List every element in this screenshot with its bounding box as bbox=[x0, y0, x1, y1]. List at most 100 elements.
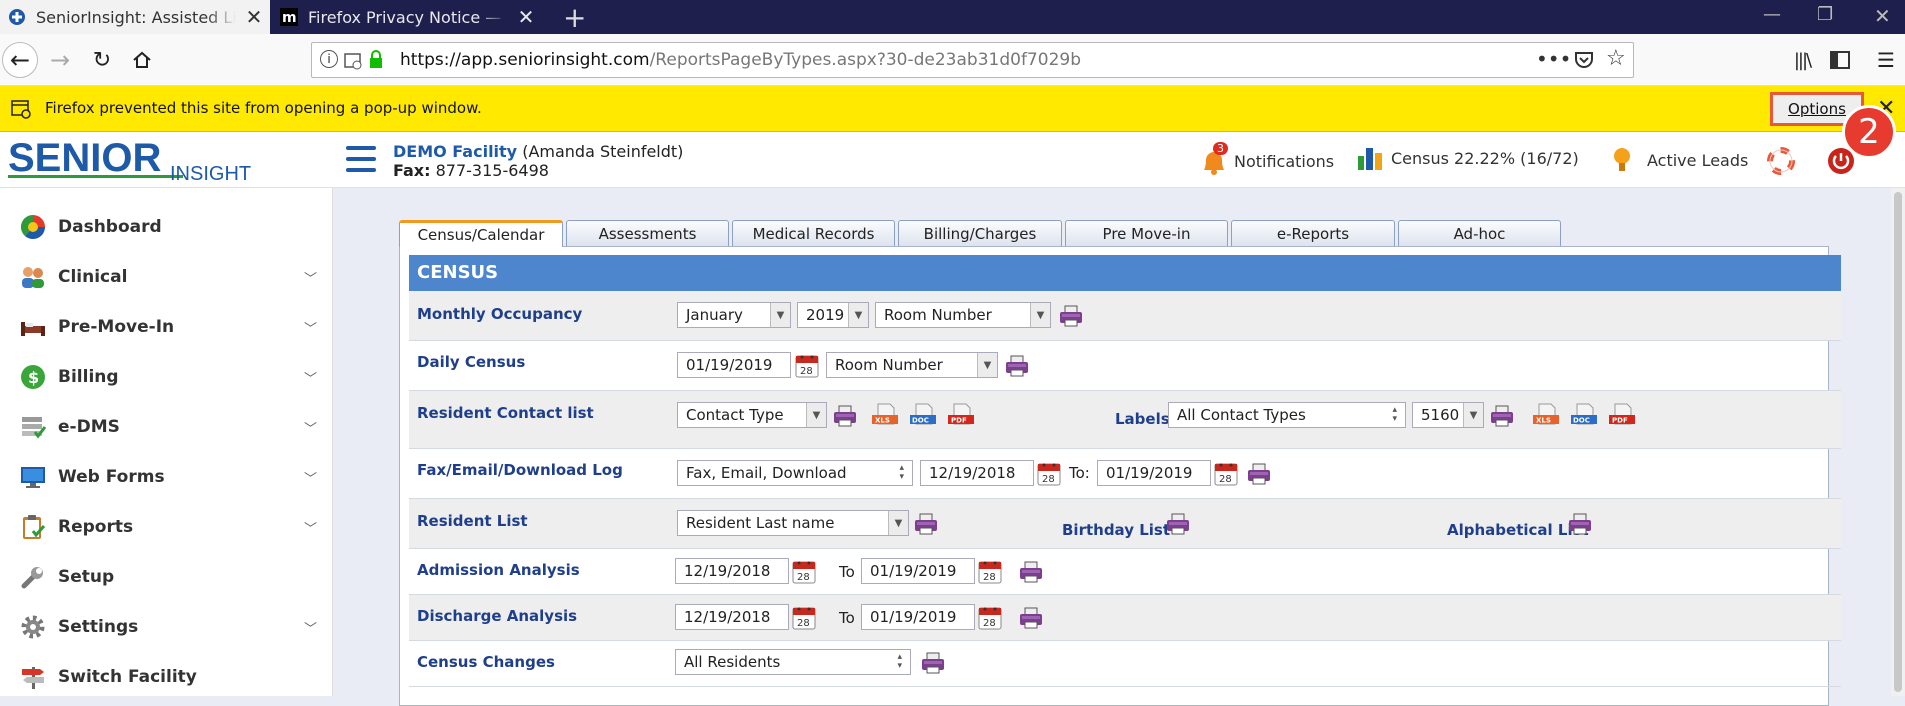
census-link[interactable]: Census 22.22% (16/72) bbox=[1357, 146, 1579, 170]
labels-contact-type-select[interactable]: All Contact Types ▴ ▾ bbox=[1168, 402, 1406, 428]
admission-to-date-field[interactable]: 01/19/2019 bbox=[861, 558, 975, 584]
sidebar-item-settings[interactable]: Settings ﹀ bbox=[0, 602, 333, 652]
tab-census-calendar[interactable]: Census/Calendar bbox=[399, 220, 563, 247]
printer-icon[interactable] bbox=[1489, 403, 1515, 429]
notifications-link[interactable]: 3 Notifications bbox=[1200, 142, 1334, 176]
birthday-list-link[interactable]: Birthday List bbox=[1062, 521, 1170, 539]
printer-icon[interactable] bbox=[1165, 511, 1191, 537]
daily-census-date-field[interactable]: 01/19/2019 bbox=[677, 352, 791, 378]
close-tab-icon[interactable]: ✕ bbox=[514, 5, 538, 29]
menu-icon[interactable]: ☰ bbox=[1868, 42, 1904, 78]
minimize-window-icon[interactable]: — bbox=[1763, 4, 1781, 25]
resident-list-row: Resident List Resident Last name ▼ Birthd… bbox=[409, 499, 1841, 549]
library-icon[interactable]: |||\ bbox=[1784, 42, 1820, 78]
help-lifebuoy-icon[interactable] bbox=[1767, 147, 1795, 175]
printer-icon[interactable] bbox=[1567, 511, 1593, 537]
page-actions-icon[interactable]: ••• bbox=[1536, 47, 1571, 71]
fax-log-from-date-field[interactable]: 12/19/2018 bbox=[920, 460, 1034, 486]
browser-tab-privacy[interactable]: m Firefox Privacy Notice — Mozilla ✕ bbox=[272, 0, 542, 34]
back-icon[interactable]: ← bbox=[2, 42, 38, 78]
tab-billing-charges[interactable]: Billing/Charges bbox=[898, 220, 1062, 246]
occupancy-sort-select[interactable]: Room Number ▼ bbox=[875, 302, 1051, 328]
home-icon[interactable] bbox=[124, 42, 160, 78]
sidebar-item-clinical[interactable]: Clinical ﹀ bbox=[0, 252, 333, 302]
close-tab-icon[interactable]: ✕ bbox=[242, 5, 266, 29]
doc-export-icon[interactable]: DOC bbox=[1571, 402, 1597, 428]
new-tab-icon[interactable]: + bbox=[563, 1, 586, 34]
printer-icon[interactable] bbox=[920, 650, 946, 676]
calendar-icon[interactable]: 28 bbox=[794, 353, 820, 379]
monthly-occupancy-row: Monthly Occupancy January ▼ 2019 ▼ Room Nu… bbox=[409, 291, 1841, 341]
discharge-from-date-field[interactable]: 12/19/2018 bbox=[675, 604, 789, 630]
printer-icon[interactable] bbox=[1058, 303, 1084, 329]
url-bar[interactable]: i https://app.seniorinsight.com/ReportsP… bbox=[311, 42, 1634, 78]
sidebar-item-e-dms[interactable]: e-DMS ﹀ bbox=[0, 402, 333, 452]
sidebar-toggle-icon[interactable] bbox=[1822, 42, 1858, 78]
admission-from-date-field[interactable]: 12/19/2018 bbox=[675, 558, 789, 584]
sidebar-item-setup[interactable]: Setup bbox=[0, 552, 333, 602]
xls-export-icon[interactable]: XLS bbox=[1533, 402, 1559, 428]
xls-export-icon[interactable]: XLS bbox=[872, 402, 898, 428]
sidebar-item-web-forms[interactable]: Web Forms ﹀ bbox=[0, 452, 333, 502]
calendar-icon[interactable]: 28 bbox=[1036, 461, 1062, 487]
fax-log-type-select[interactable]: Fax, Email, Download ▴ ▾ bbox=[677, 460, 913, 486]
calendar-icon[interactable]: 28 bbox=[977, 559, 1003, 585]
sidebar-item-dashboard[interactable]: Dashboard bbox=[0, 202, 333, 252]
sidebar-item-label: Dashboard bbox=[58, 217, 162, 237]
chevron-down-icon: ﹀ bbox=[303, 472, 317, 487]
contact-type-select[interactable]: Contact Type ▼ bbox=[677, 402, 827, 428]
sidebar-item-switch-facility[interactable]: Switch Facility bbox=[0, 652, 333, 702]
tab-pre-move-in[interactable]: Pre Move-in bbox=[1065, 220, 1228, 246]
senior-insight-logo[interactable]: SENIOR INSIGHT bbox=[8, 136, 278, 186]
sidebar-item-label: Reports bbox=[58, 517, 134, 537]
sidebar-item-reports[interactable]: Reports ﹀ bbox=[0, 502, 333, 552]
pocket-icon[interactable] bbox=[1574, 51, 1594, 69]
hamburger-menu-icon[interactable] bbox=[346, 146, 376, 172]
info-icon[interactable]: i bbox=[320, 50, 338, 68]
step-marker-badge: 2 bbox=[1842, 105, 1896, 159]
forward-icon[interactable]: → bbox=[42, 42, 78, 78]
calendar-icon[interactable]: 28 bbox=[791, 605, 817, 631]
tab-assessments[interactable]: Assessments bbox=[566, 220, 729, 246]
label-size-select[interactable]: 5160 ▼ bbox=[1412, 402, 1484, 428]
discharge-to-date-field[interactable]: 01/19/2019 bbox=[861, 604, 975, 630]
year-select[interactable]: 2019 ▼ bbox=[797, 302, 869, 328]
pdf-export-icon[interactable]: PDF bbox=[948, 402, 974, 428]
document-stack-icon bbox=[20, 414, 46, 440]
pdf-export-icon[interactable]: PDF bbox=[1609, 402, 1635, 428]
page-scrollbar[interactable] bbox=[1891, 188, 1905, 696]
facility-name[interactable]: DEMO Facility bbox=[393, 142, 517, 161]
resident-list-sort-select[interactable]: Resident Last name ▼ bbox=[677, 510, 909, 536]
daily-census-sort-select[interactable]: Room Number ▼ bbox=[826, 352, 998, 378]
active-leads-link[interactable]: Active Leads bbox=[1611, 146, 1748, 174]
calendar-icon[interactable]: 28 bbox=[1213, 461, 1239, 487]
printer-icon[interactable] bbox=[832, 403, 858, 429]
close-window-icon[interactable]: ✕ bbox=[1874, 4, 1891, 28]
fax-log-to-date-field[interactable]: 01/19/2019 bbox=[1097, 460, 1211, 486]
svg-text:m: m bbox=[282, 10, 297, 26]
popup-blocked-icon[interactable] bbox=[344, 52, 362, 70]
tab-ad-hoc[interactable]: Ad-hoc bbox=[1398, 220, 1561, 246]
fax-log-label: Fax/Email/Download Log bbox=[417, 461, 623, 479]
sidebar-item-billing[interactable]: $ Billing ﹀ bbox=[0, 352, 333, 402]
browser-tab-seniorinsight[interactable]: SeniorInsight: Assisted Living Managemen… bbox=[0, 0, 270, 34]
calendar-icon[interactable]: 28 bbox=[791, 559, 817, 585]
sidebar-item-pre-move-in[interactable]: Pre-Move-In ﹀ bbox=[0, 302, 333, 352]
month-select[interactable]: January ▼ bbox=[677, 302, 791, 328]
printer-icon[interactable] bbox=[1246, 461, 1272, 487]
calendar-icon[interactable]: 28 bbox=[977, 605, 1003, 631]
printer-icon[interactable] bbox=[1018, 559, 1044, 585]
reload-icon[interactable]: ↻ bbox=[84, 42, 120, 78]
tab-medical-records[interactable]: Medical Records bbox=[732, 220, 895, 246]
printer-icon[interactable] bbox=[913, 511, 939, 537]
printer-icon[interactable] bbox=[1018, 605, 1044, 631]
restore-window-icon[interactable]: ❐ bbox=[1817, 4, 1833, 25]
doc-export-icon[interactable]: DOC bbox=[910, 402, 936, 428]
bell-icon: 3 bbox=[1200, 142, 1228, 176]
census-changes-filter-select[interactable]: All Residents ▴ ▾ bbox=[675, 649, 911, 675]
printer-icon[interactable] bbox=[1004, 353, 1030, 379]
daily-census-row: Daily Census 01/19/2019 28 Room Number ▼ bbox=[409, 341, 1841, 391]
wrench-icon bbox=[20, 564, 46, 590]
tab-e-reports[interactable]: e-Reports bbox=[1231, 220, 1395, 246]
bookmark-star-icon[interactable]: ☆ bbox=[1606, 46, 1626, 71]
